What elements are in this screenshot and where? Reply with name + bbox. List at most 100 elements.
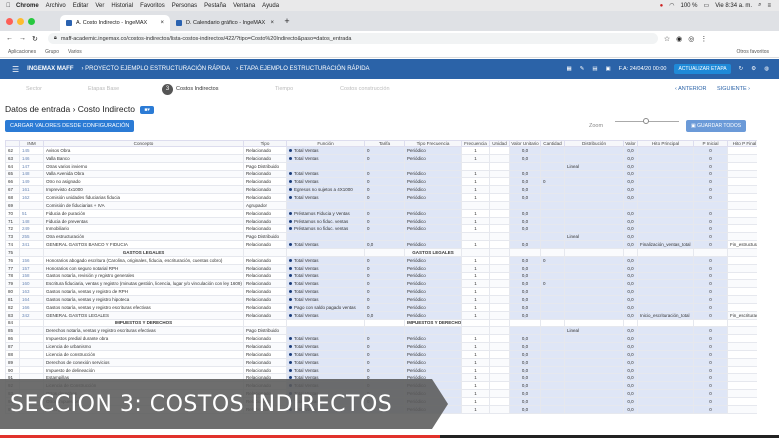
table-cell[interactable] bbox=[564, 247, 624, 257]
table-cell[interactable] bbox=[564, 404, 624, 414]
table-cell[interactable] bbox=[637, 146, 694, 155]
table-cell[interactable]: 0 bbox=[693, 224, 728, 234]
table-cell[interactable] bbox=[286, 161, 365, 171]
table-cell[interactable]: 1 bbox=[461, 287, 490, 297]
table-cell[interactable] bbox=[540, 404, 565, 414]
table-cell[interactable] bbox=[540, 389, 565, 398]
table-cell[interactable]: 1 bbox=[461, 302, 490, 312]
table-cell[interactable]: 0,0 bbox=[623, 224, 638, 234]
table-cell[interactable] bbox=[489, 279, 510, 289]
table-row[interactable]: 76 156 Honorarios abogado escritura (Carol… bbox=[5, 255, 757, 265]
table-cell[interactable] bbox=[286, 200, 365, 210]
table-cell[interactable] bbox=[540, 334, 565, 344]
table-cell[interactable]: Periódico bbox=[404, 255, 462, 265]
table-cell[interactable] bbox=[286, 326, 365, 336]
table-cell[interactable]: 0,0 bbox=[509, 334, 541, 344]
breadcrumb-project[interactable]: › PROYECTO EJEMPLO ESTRUCTURACIÓN RÁPIDA bbox=[82, 66, 231, 72]
table-cell[interactable] bbox=[461, 326, 490, 336]
table-cell[interactable]: 0,0 bbox=[509, 373, 541, 383]
table-cell[interactable] bbox=[489, 318, 510, 328]
table-cell[interactable]: 0 bbox=[364, 255, 405, 265]
table-cell[interactable]: 0,0 bbox=[509, 216, 541, 226]
table-row[interactable]: 90 Impuesto de delineación Relacionado Tota… bbox=[5, 365, 757, 375]
table-cell[interactable]: 0,0 bbox=[509, 153, 541, 163]
table-cell[interactable]: Total Ventas bbox=[286, 193, 365, 202]
table-cell[interactable] bbox=[540, 397, 565, 406]
table-cell[interactable] bbox=[564, 287, 624, 297]
table-cell[interactable]: 0 bbox=[693, 185, 728, 195]
table-cell[interactable] bbox=[637, 349, 694, 359]
table-cell[interactable]: 0,0 bbox=[623, 373, 638, 383]
clock[interactable]: Vie 8:34 a. m. bbox=[715, 3, 752, 9]
table-cell[interactable]: Total Ventas bbox=[286, 153, 365, 163]
battery-icon[interactable]: ▭ bbox=[704, 2, 710, 9]
refresh-icon[interactable]: ↻ bbox=[739, 66, 744, 72]
table-cell[interactable] bbox=[489, 146, 510, 155]
table-cell[interactable] bbox=[637, 373, 694, 383]
table-cell[interactable]: 0 bbox=[693, 334, 728, 344]
table-cell[interactable] bbox=[637, 200, 694, 210]
table-cell[interactable] bbox=[364, 326, 405, 336]
table-cell[interactable] bbox=[540, 200, 565, 210]
table-cell[interactable] bbox=[364, 247, 405, 257]
table-cell[interactable]: 0,0 bbox=[623, 279, 638, 289]
table-cell[interactable] bbox=[637, 287, 694, 297]
table-cell[interactable]: 0 bbox=[540, 279, 565, 289]
table-cell[interactable] bbox=[540, 161, 565, 171]
table-cell[interactable] bbox=[564, 200, 624, 210]
table-cell[interactable]: 0 bbox=[693, 193, 728, 202]
table-cell[interactable]: Periódico bbox=[404, 263, 462, 273]
close-tab-icon[interactable]: × bbox=[270, 20, 274, 26]
table-cell[interactable] bbox=[693, 318, 728, 328]
table-row[interactable]: 89 Derechos de conexión servicios Relacion… bbox=[5, 357, 757, 367]
table-cell[interactable] bbox=[461, 318, 490, 328]
table-cell[interactable]: Relacionado bbox=[243, 349, 287, 359]
table-cell[interactable]: 0 bbox=[364, 349, 405, 359]
table-cell[interactable]: 0,0 bbox=[509, 255, 541, 265]
table-cell[interactable] bbox=[564, 216, 624, 226]
table-cell[interactable]: Relacionado bbox=[243, 216, 287, 226]
table-cell[interactable] bbox=[564, 177, 624, 187]
table-cell[interactable] bbox=[509, 247, 541, 257]
table-cell[interactable]: Periódico bbox=[404, 365, 462, 375]
table-cell[interactable] bbox=[564, 302, 624, 312]
table-cell[interactable]: 0 bbox=[693, 287, 728, 297]
table-cell[interactable]: Pago Distribuido bbox=[243, 161, 287, 171]
table-cell[interactable]: 0 bbox=[693, 146, 728, 155]
search-icon[interactable]: ⌕ bbox=[758, 2, 761, 9]
table-cell[interactable] bbox=[364, 161, 405, 171]
table-cell[interactable]: 0,0 bbox=[623, 169, 638, 179]
table-row[interactable]: 82 166 Gastos notaría, ventas y registro e… bbox=[5, 302, 757, 312]
table-cell[interactable]: 0 bbox=[693, 349, 728, 359]
table-cell[interactable] bbox=[727, 185, 757, 195]
table-cell[interactable]: 0,0 bbox=[509, 310, 541, 320]
table-cell[interactable]: 0 bbox=[540, 255, 565, 265]
table-cell[interactable] bbox=[637, 193, 694, 202]
table-cell[interactable] bbox=[564, 373, 624, 383]
table-cell[interactable]: 0,0 bbox=[623, 389, 638, 398]
table-cell[interactable] bbox=[727, 334, 757, 344]
extension-icon[interactable]: ◉ bbox=[676, 35, 682, 43]
close-window-icon[interactable] bbox=[6, 18, 13, 25]
table-cell[interactable] bbox=[564, 271, 624, 281]
table-cell[interactable]: 1 bbox=[461, 279, 490, 289]
url-field[interactable]: 🔒︎ maff-academic.ingemax.co/costos-indir… bbox=[47, 33, 658, 44]
table-cell[interactable] bbox=[509, 318, 541, 328]
table-row[interactable]: 72 249 Inmobiliario Relacionado Préstamos no… bbox=[5, 224, 757, 234]
table-cell[interactable] bbox=[564, 153, 624, 163]
table-cell[interactable]: Total Ventas bbox=[286, 365, 365, 375]
table-cell[interactable]: 0 bbox=[693, 381, 728, 391]
table-cell[interactable]: 0 bbox=[693, 357, 728, 367]
table-row[interactable]: 70 51 Fiducia de puración Relacionado Présta… bbox=[5, 208, 757, 218]
menu-ver[interactable]: Ver bbox=[95, 3, 104, 9]
wifi-icon[interactable]: ◠ bbox=[669, 2, 674, 9]
column-header[interactable]: Frecuencia bbox=[461, 140, 490, 147]
table-cell[interactable] bbox=[727, 318, 757, 328]
table-row[interactable]: 66 149 Otro no asignado Relacionado Total Ve… bbox=[5, 177, 757, 187]
table-cell[interactable] bbox=[727, 389, 757, 398]
table-cell[interactable]: Total Ventas bbox=[286, 310, 365, 320]
table-cell[interactable]: 0 bbox=[693, 302, 728, 312]
table-cell[interactable] bbox=[489, 334, 510, 344]
table-row[interactable]: 81 164 Gastos notaría, ventas y registro h… bbox=[5, 295, 757, 304]
table-cell[interactable]: 0,0 bbox=[509, 295, 541, 304]
